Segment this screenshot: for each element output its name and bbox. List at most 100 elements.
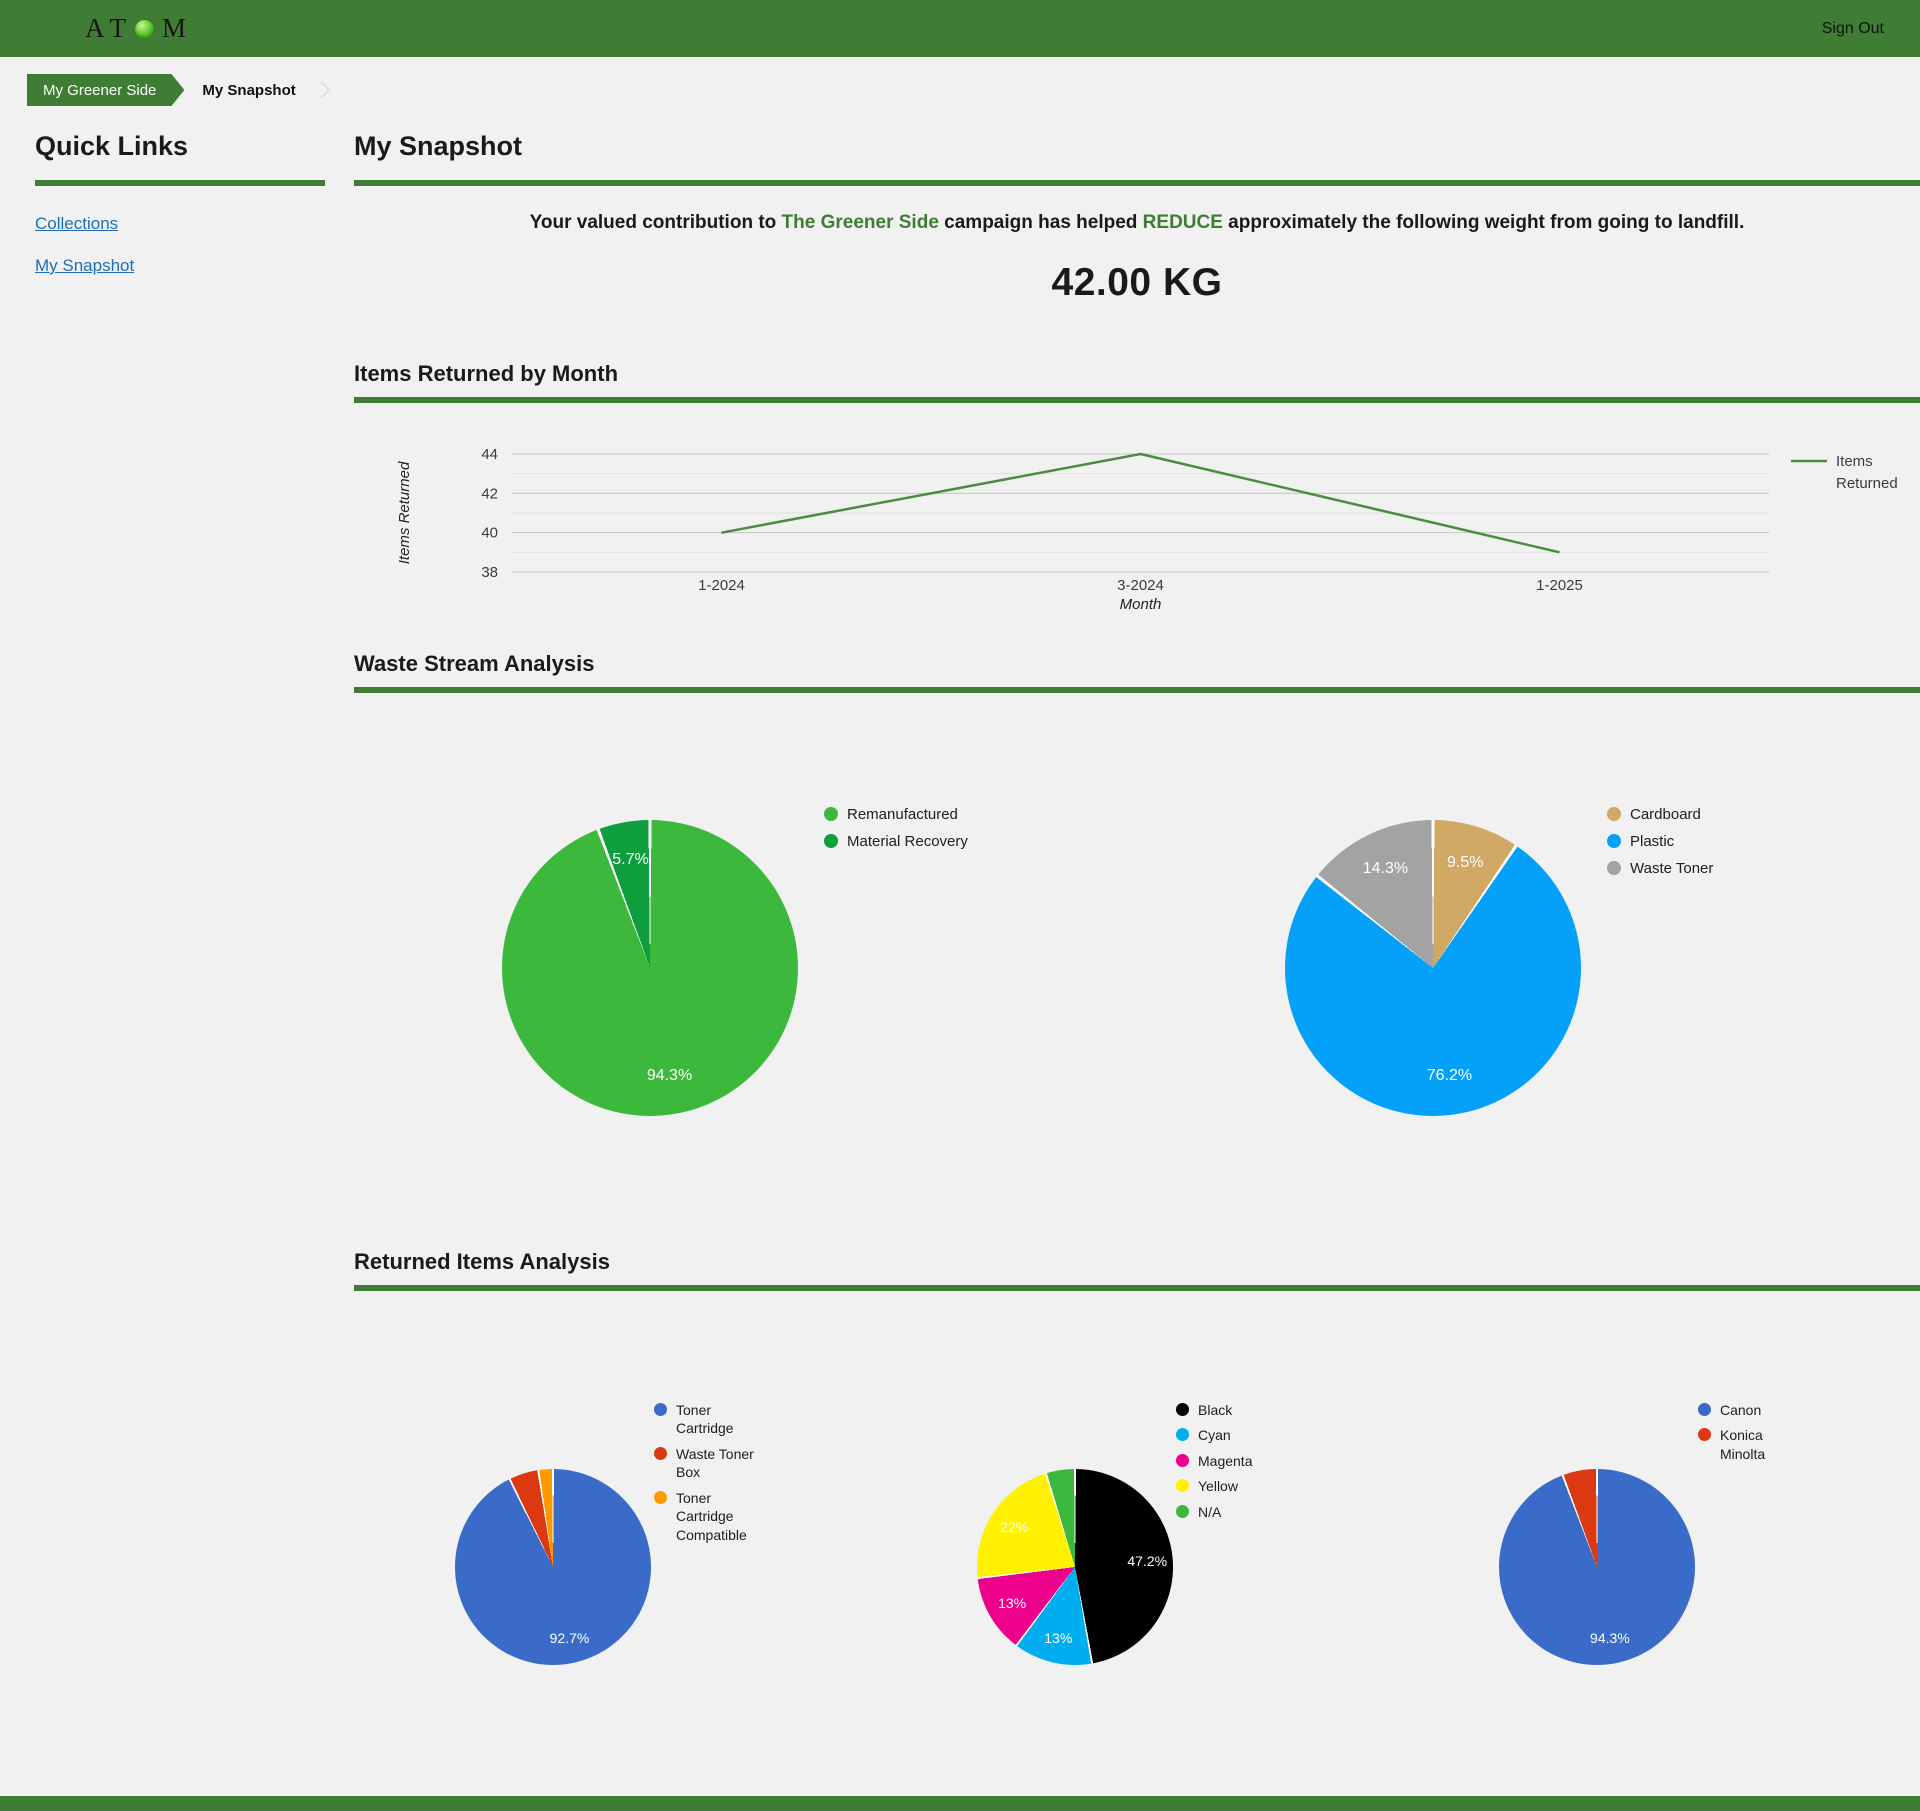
legend-color-dot <box>1607 834 1621 848</box>
legend-color-dot <box>824 807 838 821</box>
legend-color-dot <box>1176 1428 1189 1441</box>
chart-text: Items Returned <box>396 461 413 564</box>
pie-legend: Black Cyan Magenta Yellow N/A <box>1176 1401 1252 1528</box>
chart-text: 3-2024 <box>1117 577 1164 594</box>
chart-text: Items <box>1836 453 1873 470</box>
legend-item: Black <box>1176 1401 1252 1419</box>
legend-label: Cardboard <box>1630 805 1701 825</box>
pie-slice-label: 5.7% <box>612 851 648 869</box>
chart-text: 38 <box>481 564 498 581</box>
sign-out-link[interactable]: Sign Out <box>1822 20 1884 38</box>
chart-text: 42 <box>481 485 498 502</box>
pie: 94.3% <box>1499 1469 1695 1665</box>
legend-item: Cyan <box>1176 1426 1252 1444</box>
sidebar-divider <box>35 180 325 186</box>
section-divider <box>354 397 1920 403</box>
chart-text: 1-2024 <box>698 577 745 594</box>
pie-chart-toner-colours: 47.2%13%13%22% BlackCyanMagentaYellowN/A <box>876 1291 1398 1711</box>
legend-item: Magenta <box>1176 1452 1252 1470</box>
page-title: My Snapshot <box>354 131 1920 162</box>
legend-item: Waste Toner Box <box>654 1445 758 1482</box>
contribution-message: Your valued contribution to The Greener … <box>354 212 1920 234</box>
legend-color-dot <box>1698 1428 1711 1441</box>
pie-slice-label: 92.7% <box>550 1630 590 1646</box>
legend-label: Remanufactured <box>847 805 958 825</box>
sidebar-link-my-snapshot[interactable]: My Snapshot <box>35 256 325 276</box>
pie-legend: Remanufactured Material Recovery <box>824 805 968 859</box>
content: Quick Links Collections My Snapshot My S… <box>0 131 1920 1711</box>
legend-color-dot <box>1607 861 1621 875</box>
pie: 92.7% <box>455 1469 651 1665</box>
atom-logo[interactable]: AT M <box>85 13 194 44</box>
legend-item: Konica Minolta <box>1698 1426 1802 1463</box>
legend-item: Waste Toner <box>1607 859 1713 879</box>
legend-item: Material Recovery <box>824 832 968 852</box>
pie-slice-label: 13% <box>998 1595 1026 1611</box>
legend-label: Material Recovery <box>847 832 968 852</box>
pie-slice-label: 14.3% <box>1363 860 1408 878</box>
chevron-right-icon <box>313 82 330 99</box>
pie-slice-label: 13% <box>1044 1630 1072 1646</box>
legend-label: Plastic <box>1630 832 1674 852</box>
green-sphere-icon <box>135 20 154 39</box>
returned-items-section-title: Returned Items Analysis <box>354 1249 1920 1275</box>
pie: 94.3% 5.7% <box>502 820 798 1116</box>
legend-label: Yellow <box>1198 1477 1238 1495</box>
pie-legend: Canon Konica Minolta <box>1698 1401 1802 1470</box>
pie-slice-label: 9.5% <box>1447 854 1483 872</box>
legend-item: Yellow <box>1176 1477 1252 1495</box>
legend-label: Black <box>1198 1401 1232 1419</box>
message-text: campaign has helped <box>939 212 1143 233</box>
legend-label: Toner Cartridge Compatible <box>676 1489 758 1544</box>
message-text: approximately the following weight from … <box>1223 212 1744 233</box>
legend-color-dot <box>1176 1454 1189 1467</box>
legend-label: Konica Minolta <box>1720 1426 1802 1463</box>
legend-item: N/A <box>1176 1503 1252 1521</box>
breadcrumb: My Greener Side My Snapshot <box>27 74 1920 106</box>
app-header: AT M Sign Out <box>0 0 1920 57</box>
section-divider <box>354 180 1920 186</box>
chart-text: 40 <box>481 525 498 542</box>
legend-color-dot <box>1176 1403 1189 1416</box>
sidebar: Quick Links Collections My Snapshot <box>35 131 325 1711</box>
logo-text-left: AT <box>85 13 134 44</box>
pie-slice-label: 94.3% <box>1590 1630 1630 1646</box>
pie: 47.2%13%13%22% <box>977 1469 1173 1665</box>
legend-color-dot <box>654 1447 667 1460</box>
sidebar-link-collections[interactable]: Collections <box>35 214 325 234</box>
message-text: Your valued contribution to <box>530 212 782 233</box>
pie-slice-label: 94.3% <box>647 1067 692 1085</box>
weight-saved-value: 42.00 KG <box>354 261 1920 305</box>
chart-text: Month <box>1120 596 1162 613</box>
legend-color-dot <box>1176 1505 1189 1518</box>
message-highlight-reduce: REDUCE <box>1143 212 1223 233</box>
pie-chart-recovery-split: 94.3% 5.7% Remanufactured Material Recover… <box>354 693 1137 1193</box>
legend-color-dot <box>1176 1479 1189 1492</box>
pie-chart-item-types: 92.7% Toner CartridgeWaste Toner BoxTone… <box>354 1291 876 1711</box>
items-returned-section-title: Items Returned by Month <box>354 361 1920 387</box>
legend-item: Toner Cartridge Compatible <box>654 1489 758 1544</box>
pie-legend: Toner Cartridge Waste Toner Box Toner Cart… <box>654 1401 758 1551</box>
legend-color-dot <box>1698 1403 1711 1416</box>
main-panel: My Snapshot Your valued contribution to … <box>354 131 1920 1711</box>
message-highlight-campaign: The Greener Side <box>782 212 939 233</box>
legend-item: Cardboard <box>1607 805 1713 825</box>
pie-chart-waste-materials: 9.5%76.2%14.3% CardboardPlasticWaste Ton… <box>1137 693 1920 1193</box>
pie-slice-label: 22% <box>1000 1519 1028 1535</box>
breadcrumb-my-greener-side[interactable]: My Greener Side <box>27 74 184 106</box>
legend-color-dot <box>654 1491 667 1504</box>
chart-text: 1-2025 <box>1536 577 1583 594</box>
legend-color-dot <box>1607 807 1621 821</box>
waste-stream-charts: 94.3% 5.7% Remanufactured Material Recover… <box>354 693 1920 1193</box>
breadcrumb-my-snapshot: My Snapshot <box>202 82 295 99</box>
line-chart-svg: 384042441-20243-20241-2025MonthItems Ret… <box>354 434 1920 624</box>
series-line <box>722 454 1560 552</box>
legend-label: Cyan <box>1198 1426 1231 1444</box>
legend-color-dot <box>654 1403 667 1416</box>
legend-item: Canon <box>1698 1401 1802 1419</box>
legend-item: Toner Cartridge <box>654 1401 758 1438</box>
legend-label: Waste Toner <box>1630 859 1713 879</box>
legend-label: Waste Toner Box <box>676 1445 758 1482</box>
footer-bar <box>0 1796 1920 1811</box>
legend-item: Plastic <box>1607 832 1713 852</box>
